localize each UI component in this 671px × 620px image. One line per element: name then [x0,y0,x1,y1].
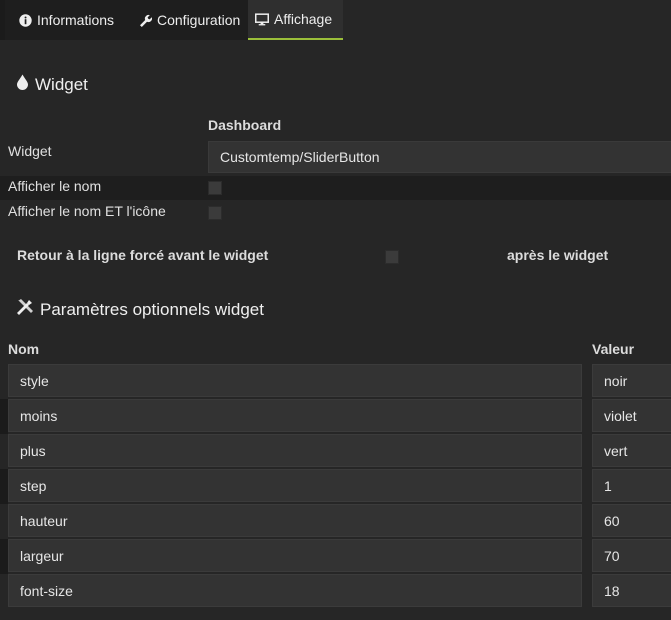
row-edge [0,364,8,399]
show-name-and-icon-checkbox[interactable] [208,206,222,220]
row-edge [0,504,8,539]
param-row: font-size 18 [0,574,671,609]
dashboard-column-header: Dashboard [208,117,282,133]
info-circle-icon [18,13,32,27]
show-name-checkbox[interactable] [208,181,222,195]
param-name-input[interactable]: step [8,469,582,502]
param-row: style noir [0,364,671,399]
param-row: hauteur 60 [0,504,671,539]
row-edge [0,574,8,609]
tools-icon [16,298,34,321]
param-value-input[interactable]: violet [592,399,671,432]
widget-label: Widget [8,143,52,159]
widget-select[interactable]: Customtemp/SliderButton [208,141,671,173]
param-value-input[interactable]: noir [592,364,671,397]
row-edge [0,399,8,434]
param-row: moins violet [0,399,671,434]
row-edge [0,469,8,504]
params-section-title: Paramètres optionnels widget [16,298,264,321]
param-name-input[interactable]: hauteur [8,504,582,537]
show-name-label: Afficher le nom [8,178,102,194]
widget-select-value: Customtemp/SliderButton [220,149,380,165]
param-value-input[interactable]: vert [592,434,671,467]
equipment-display-page: Informations Configuration Affichage Wid… [0,0,671,620]
tab-label: Configuration [157,12,241,28]
params-col-value: Valeur [592,341,635,357]
param-name-input[interactable]: largeur [8,539,582,572]
param-row: step 1 [0,469,671,504]
tab-affichage[interactable]: Affichage [248,0,343,40]
wrench-icon [138,13,152,27]
tab-label: Informations [37,12,115,28]
widget-section-label: Widget [35,74,88,94]
desktop-icon [255,12,269,26]
param-value-input[interactable]: 70 [592,539,671,572]
tab-informations[interactable]: Informations [5,0,130,40]
line-break-checkbox[interactable] [385,250,399,264]
param-value-input[interactable]: 1 [592,469,671,502]
tab-bar: Informations Configuration Affichage [0,0,671,40]
param-row: largeur 70 [0,539,671,574]
param-name-input[interactable]: plus [8,434,582,467]
widget-section-title: Widget [16,74,88,95]
param-name-input[interactable]: font-size [8,574,582,607]
tab-label: Affichage [274,11,333,27]
param-name-input[interactable]: moins [8,399,582,432]
row-edge [0,434,8,469]
line-break-after-label: après le widget [507,247,609,263]
params-col-name: Nom [8,341,40,357]
param-name-input[interactable]: style [8,364,582,397]
line-break-before-label: Retour à la ligne forcé avant le widget [17,247,269,263]
show-name-and-icon-label: Afficher le nom ET l'icône [8,203,166,219]
tab-configuration[interactable]: Configuration [130,0,248,40]
tint-icon [16,74,29,95]
params-section-label: Paramètres optionnels widget [40,299,264,319]
row-edge [0,539,8,574]
param-value-input[interactable]: 60 [592,504,671,537]
param-value-input[interactable]: 18 [592,574,671,607]
param-row: plus vert [0,434,671,469]
